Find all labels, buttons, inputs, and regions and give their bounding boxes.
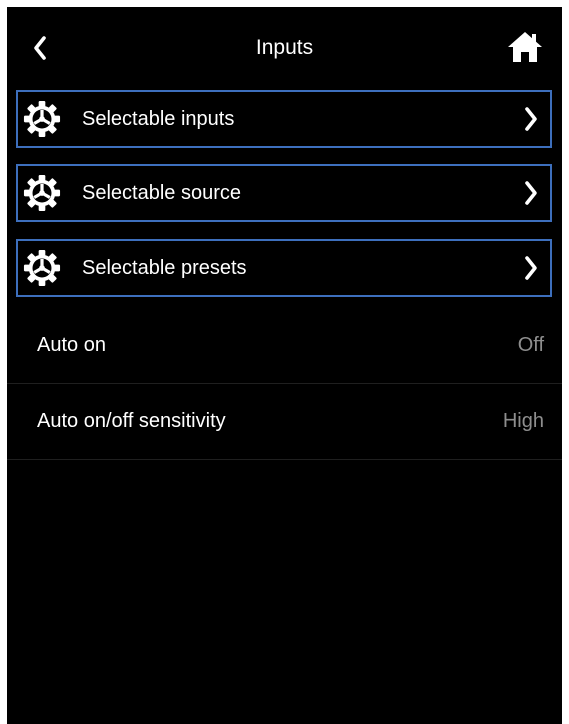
gear-icon [23,249,61,287]
setting-value: Off [517,334,544,356]
chevron-right-icon [525,181,537,205]
gear-icon [23,100,61,138]
nav-item-selectable-source[interactable]: Selectable source [16,164,552,222]
inputs-screen: Inputs Selectable inputs Selectable sour… [7,7,562,724]
home-icon [508,32,542,62]
home-button[interactable] [506,29,544,65]
gear-icon [23,174,61,212]
nav-item-label: Selectable presets [82,256,247,279]
nav-item-label: Selectable source [82,181,241,204]
setting-row-auto-on-off-sensitivity[interactable]: Auto on/off sensitivity High [7,384,562,460]
nav-item-label: Selectable inputs [82,107,235,130]
setting-row-auto-on[interactable]: Auto on Off [7,308,562,384]
setting-label: Auto on/off sensitivity [37,410,226,432]
setting-value: High [502,410,544,432]
setting-label: Auto on [37,334,106,356]
chevron-right-icon [525,256,537,280]
page-title: Inputs [255,36,314,59]
header: Inputs [7,7,562,87]
nav-item-selectable-inputs[interactable]: Selectable inputs [16,90,552,148]
chevron-right-icon [525,107,537,131]
nav-item-selectable-presets[interactable]: Selectable presets [16,239,552,297]
